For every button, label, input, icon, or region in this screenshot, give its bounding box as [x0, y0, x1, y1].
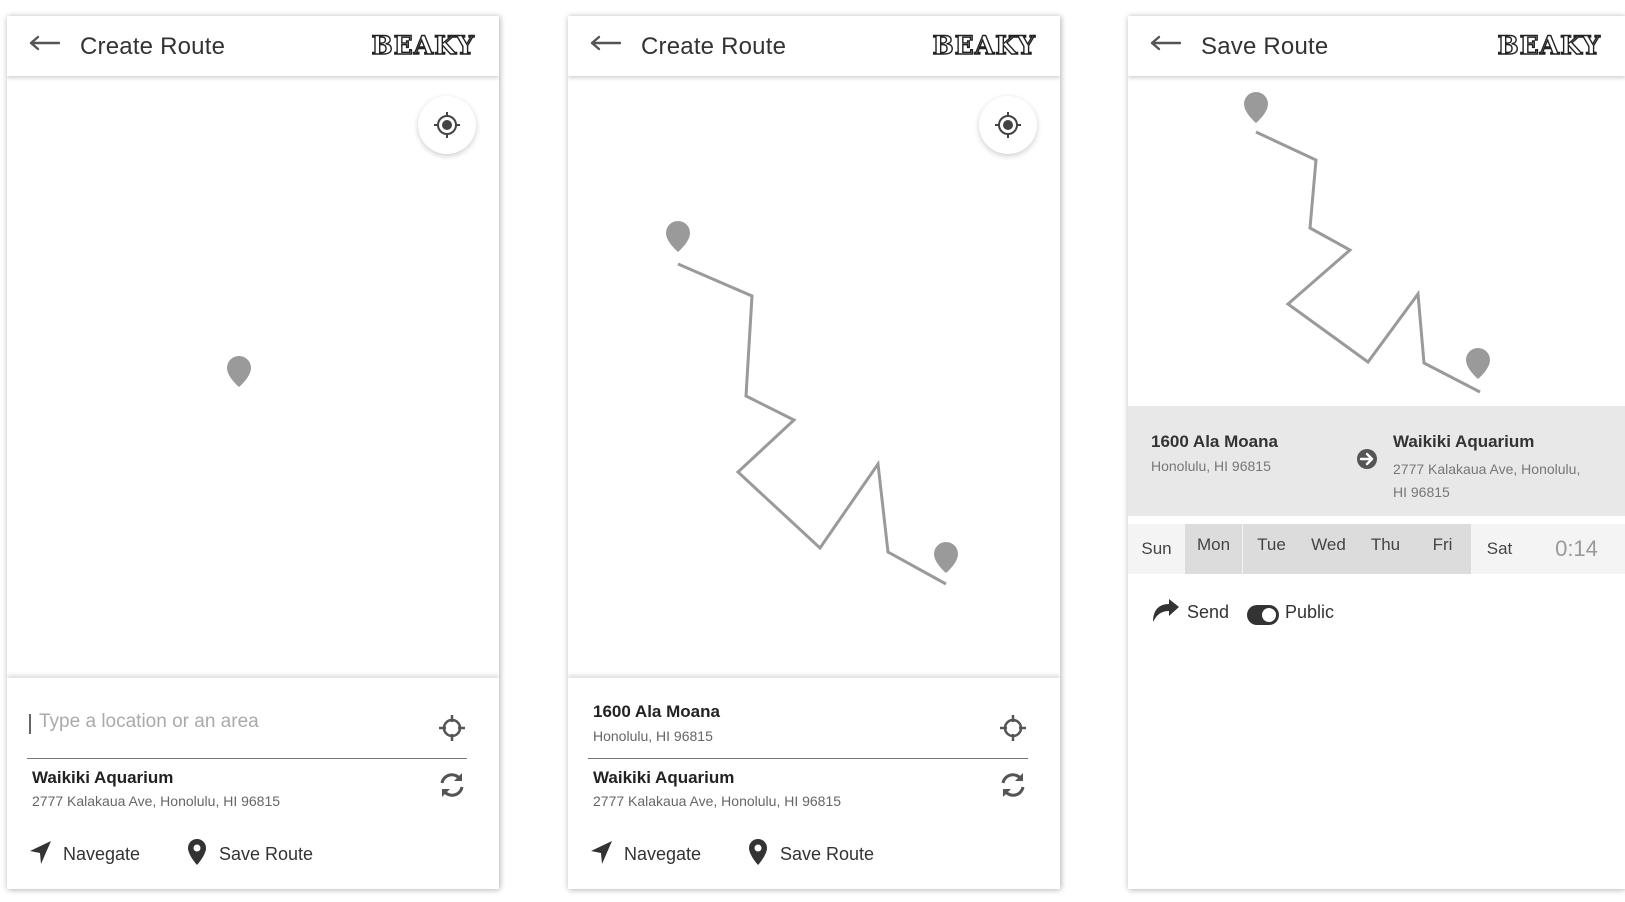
action-row: Navegate Save Route [27, 838, 467, 878]
page-title: Create Route [641, 33, 787, 60]
brand-logo: BEAKY [1497, 30, 1601, 60]
text-cursor [29, 714, 31, 734]
destination-row[interactable]: Waikiki Aquarium 2777 Kalakaua Ave, Hono… [27, 760, 467, 830]
location-pin-icon[interactable] [227, 356, 251, 387]
map-marker-icon [749, 839, 767, 865]
page-title: Save Route [1201, 33, 1329, 60]
destination-name: Waikiki Aquarium [593, 768, 735, 787]
map-marker-icon [188, 839, 206, 865]
destination-address: 2777 Kalakaua Ave, Honolulu, HI 96815 [593, 793, 842, 809]
send-label: Send [1187, 602, 1230, 622]
share-row: Send Public [1151, 596, 1551, 636]
create-route-screen-filled: Create Route BEAKY 1600 Ala Moana Honolu… [568, 16, 1060, 889]
route-line [677, 262, 947, 586]
share-arrow-icon [1153, 599, 1179, 622]
search-input[interactable]: Type a location or an area [27, 678, 467, 759]
public-label: Public [1285, 602, 1335, 622]
top-bar: Save Route BEAKY [1128, 16, 1625, 76]
arrow-right-circle-icon [1357, 449, 1377, 469]
navigation-arrow-icon [591, 841, 612, 864]
end-pin-icon[interactable] [934, 542, 958, 573]
save-route-label: Save Route [780, 844, 875, 864]
crosshair-icon[interactable] [437, 713, 467, 743]
top-bar: Create Route BEAKY [7, 16, 499, 76]
create-route-screen-empty: Create Route BEAKY Type a location or an… [7, 16, 499, 889]
route-panel: Type a location or an area Waikiki Aquar… [7, 678, 499, 889]
navigate-label: Navegate [624, 844, 702, 864]
day-tue[interactable]: Tue [1243, 524, 1300, 574]
page-title: Create Route [80, 33, 226, 60]
arrow-left-icon[interactable] [29, 33, 61, 53]
day-selector: Sun Mon Tue Wed Thu Fri Sat 0:14 [1128, 524, 1625, 574]
crosshair-icon[interactable] [998, 713, 1028, 743]
destination-name: Waikiki Aquarium [32, 768, 174, 787]
destination-address: 2777 Kalakaua Ave, Honolulu, HI 96815 [32, 793, 281, 809]
summary-to-address: 2777 Kalakaua Ave, Honolulu, HI 96815 [1393, 461, 1581, 500]
save-route-label: Save Route [219, 844, 314, 864]
toggle-knob [1262, 608, 1276, 622]
day-mon[interactable]: Mon [1185, 524, 1242, 574]
arrow-left-icon[interactable] [1150, 33, 1182, 53]
top-bar: Create Route BEAKY [568, 16, 1060, 76]
summary-from-address: Honolulu, HI 96815 [1151, 458, 1271, 474]
navigation-arrow-icon [30, 841, 51, 864]
summary-from-name: 1600 Ala Moana [1151, 432, 1278, 451]
map-canvas [666, 221, 958, 586]
start-pin-icon[interactable] [1244, 92, 1268, 123]
action-row: Navegate Save Route [588, 838, 1028, 878]
search-placeholder: Type a location or an area [39, 711, 259, 732]
save-route-screen: Save Route BEAKY 1600 Ala Moana Honolulu… [1128, 16, 1625, 889]
origin-field[interactable]: 1600 Ala Moana Honolulu, HI 96815 [588, 678, 1028, 759]
day-fri[interactable]: Fri [1414, 524, 1471, 574]
refresh-icon[interactable] [998, 770, 1028, 800]
navigate-label: Navegate [63, 844, 141, 864]
arrow-left-icon[interactable] [590, 33, 622, 53]
map-canvas [227, 356, 251, 387]
brand-logo: BEAKY [932, 30, 1036, 60]
map-area[interactable] [568, 76, 1060, 678]
day-sun[interactable]: Sun [1128, 524, 1185, 574]
route-line [1255, 130, 1481, 394]
map-area[interactable] [7, 76, 499, 678]
origin-name: 1600 Ala Moana [593, 702, 720, 721]
day-sat[interactable]: Sat [1471, 524, 1528, 574]
summary-to-name: Waikiki Aquarium [1393, 432, 1535, 451]
day-thu[interactable]: Thu [1357, 524, 1414, 574]
route-panel: 1600 Ala Moana Honolulu, HI 96815 Waikik… [568, 678, 1060, 889]
day-wed[interactable]: Wed [1300, 524, 1357, 574]
route-summary: 1600 Ala Moana Honolulu, HI 96815 Waikik… [1128, 406, 1625, 516]
end-pin-icon[interactable] [1466, 348, 1490, 379]
origin-address: Honolulu, HI 96815 [593, 728, 713, 744]
route-preview-map[interactable] [1128, 76, 1625, 406]
map-canvas [1244, 92, 1490, 394]
start-pin-icon[interactable] [666, 221, 690, 252]
destination-row[interactable]: Waikiki Aquarium 2777 Kalakaua Ave, Hono… [588, 760, 1028, 830]
brand-logo: BEAKY [371, 30, 475, 60]
time-value[interactable]: 0:14 [1528, 524, 1625, 574]
refresh-icon[interactable] [437, 770, 467, 800]
